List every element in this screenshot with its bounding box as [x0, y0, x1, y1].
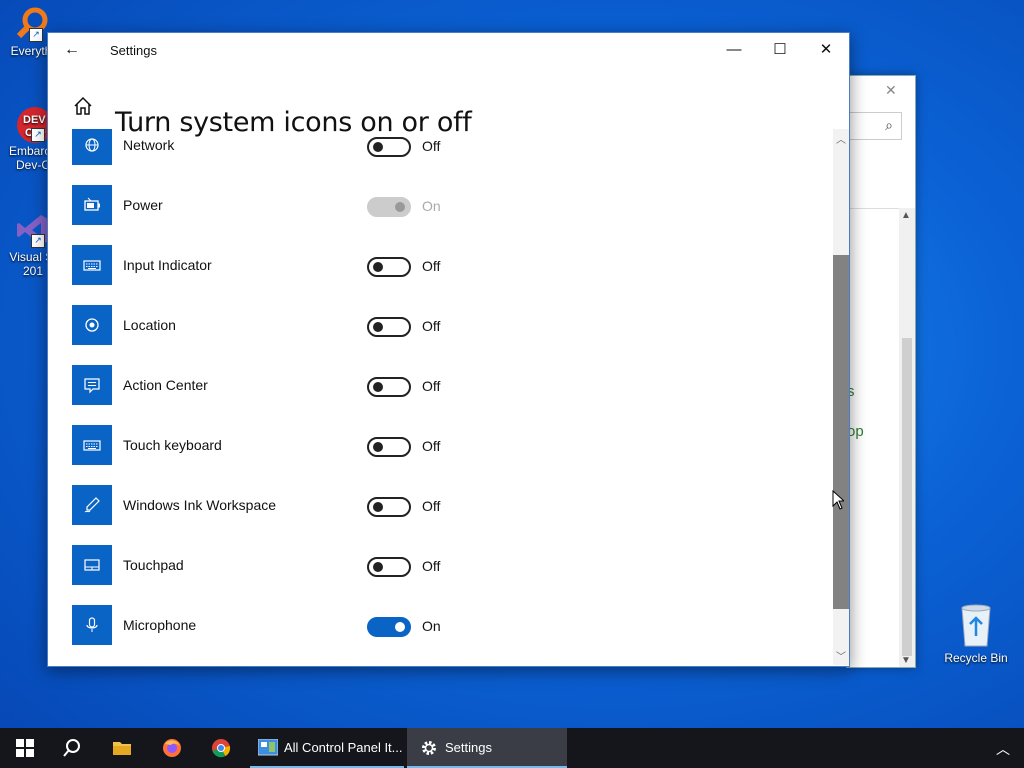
recycle-bin-icon — [961, 604, 991, 647]
chevron-down-icon[interactable]: ▼ — [901, 655, 911, 666]
chevron-down-icon[interactable]: ﹀ — [836, 648, 846, 663]
list-item: Touchpad Off — [48, 525, 828, 585]
shortcut-arrow-icon: ↗ — [31, 128, 45, 142]
toggle-state-text: Off — [422, 318, 441, 334]
close-icon[interactable]: ✕ — [885, 82, 897, 99]
desktop-icon-label: Recycle Bin — [944, 651, 1008, 665]
scrollbar-thumb[interactable] — [833, 255, 849, 609]
windows-logo-icon — [16, 739, 34, 757]
item-label: Windows Ink Workspace — [123, 497, 277, 513]
list-item: Power On — [48, 165, 828, 225]
pen-icon — [72, 485, 112, 525]
power-toggle — [367, 197, 411, 217]
toggle-state-text: Off — [422, 498, 441, 514]
task-label: All Control Panel It... — [284, 740, 403, 755]
list-item: Action Center Off — [48, 345, 828, 405]
taskbar-task-control-panel[interactable]: All Control Panel It... — [250, 728, 404, 768]
taskbar-task-settings[interactable]: Settings — [407, 728, 567, 768]
microphone-toggle[interactable] — [367, 617, 411, 637]
start-button[interactable] — [0, 728, 48, 768]
list-item: Input Indicator Off — [48, 225, 828, 285]
minimize-button[interactable]: — — [711, 33, 757, 67]
magnifier-icon: ↗ — [13, 6, 49, 42]
globe-icon — [72, 129, 112, 165]
input-indicator-toggle[interactable] — [367, 257, 411, 277]
search-icon — [63, 739, 80, 757]
firefox-icon — [163, 739, 181, 757]
list-item: Network Off — [48, 129, 828, 165]
list-item: Touch keyboard Off — [48, 405, 828, 465]
scrollbar[interactable]: ▲ ▼ — [899, 208, 915, 667]
toggle-state-text: Off — [422, 438, 441, 454]
maximize-button[interactable]: ☐ — [757, 33, 803, 67]
touch-keyboard-toggle[interactable] — [367, 437, 411, 457]
list-item: Windows Ink Workspace Off — [48, 465, 828, 525]
toggle-state-text: Off — [422, 558, 441, 574]
scrollbar-thumb[interactable] — [902, 338, 912, 656]
touchpad-toggle[interactable] — [367, 557, 411, 577]
gear-icon — [422, 741, 436, 755]
item-label: Input Indicator — [123, 257, 212, 273]
chevron-up-icon[interactable]: ︿ — [836, 131, 846, 146]
control-panel-icon — [258, 739, 278, 756]
keyboard-icon — [72, 425, 112, 465]
item-label: Location — [123, 317, 176, 333]
search-button[interactable] — [48, 728, 96, 768]
toggle-state-text: Off — [422, 258, 441, 274]
desktop-icon-recycle-bin[interactable]: Recycle Bin — [940, 602, 1012, 665]
folder-icon — [113, 742, 131, 755]
mouse-cursor-icon — [832, 490, 844, 510]
svg-text:DEV: DEV — [23, 114, 46, 126]
search-input[interactable]: ⌕ — [847, 112, 902, 140]
window-title: Settings — [110, 43, 157, 58]
visual-studio-icon: ↗ — [15, 212, 51, 248]
touchpad-icon — [72, 545, 112, 585]
item-label: Touch keyboard — [123, 437, 222, 453]
back-arrow-icon[interactable]: ← — [62, 40, 82, 60]
shortcut-arrow-icon: ↗ — [29, 28, 43, 42]
windows-ink-toggle[interactable] — [367, 497, 411, 517]
scrollbar[interactable]: ︿ ﹀ — [833, 129, 849, 665]
shortcut-arrow-icon: ↗ — [31, 234, 45, 248]
item-label: Microphone — [123, 617, 197, 633]
chevron-up-icon[interactable]: ︿ — [996, 739, 1010, 759]
action-center-toggle[interactable] — [367, 377, 411, 397]
taskbar: All Control Panel It... Settings ︿ — [0, 728, 1024, 768]
toggle-state-text: On — [422, 198, 441, 214]
microphone-icon — [72, 605, 112, 645]
settings-window: ← Settings — ☐ ✕ Turn system icons on or… — [47, 32, 850, 667]
chevron-up-icon[interactable]: ▲ — [901, 210, 911, 221]
item-label: Network — [123, 137, 175, 153]
home-icon[interactable] — [72, 95, 94, 117]
task-label: Settings — [445, 740, 492, 755]
firefox-button[interactable] — [148, 728, 196, 768]
system-icons-list: Network Off Power On Input Indicator Off — [48, 129, 828, 659]
list-item: Microphone On — [48, 585, 828, 645]
search-icon: ⌕ — [885, 117, 893, 133]
devcpp-icon: DEVC++ ↗ — [15, 106, 53, 143]
toggle-state-text: On — [422, 618, 441, 634]
list-item: Location Off — [48, 285, 828, 345]
item-label: Touchpad — [123, 557, 184, 573]
toggle-state-text: Off — [422, 378, 441, 394]
close-button[interactable]: ✕ — [803, 33, 849, 67]
page-header: Turn system icons on or off — [48, 85, 828, 138]
item-label: Action Center — [123, 377, 208, 393]
action-center-icon — [72, 365, 112, 405]
item-label: Power — [123, 197, 163, 213]
keyboard-icon — [72, 245, 112, 285]
toggle-state-text: Off — [422, 138, 441, 154]
chrome-icon — [212, 739, 231, 758]
location-icon — [72, 305, 112, 345]
location-toggle[interactable] — [367, 317, 411, 337]
file-explorer-button[interactable] — [98, 728, 146, 768]
title-bar[interactable]: ← Settings — ☐ ✕ — [48, 33, 849, 67]
network-toggle[interactable] — [367, 137, 411, 157]
chrome-button[interactable] — [198, 728, 246, 768]
control-panel-window[interactable]: ✕ ⌕ s op ▲ ▼ — [846, 75, 916, 668]
battery-icon — [72, 185, 112, 225]
